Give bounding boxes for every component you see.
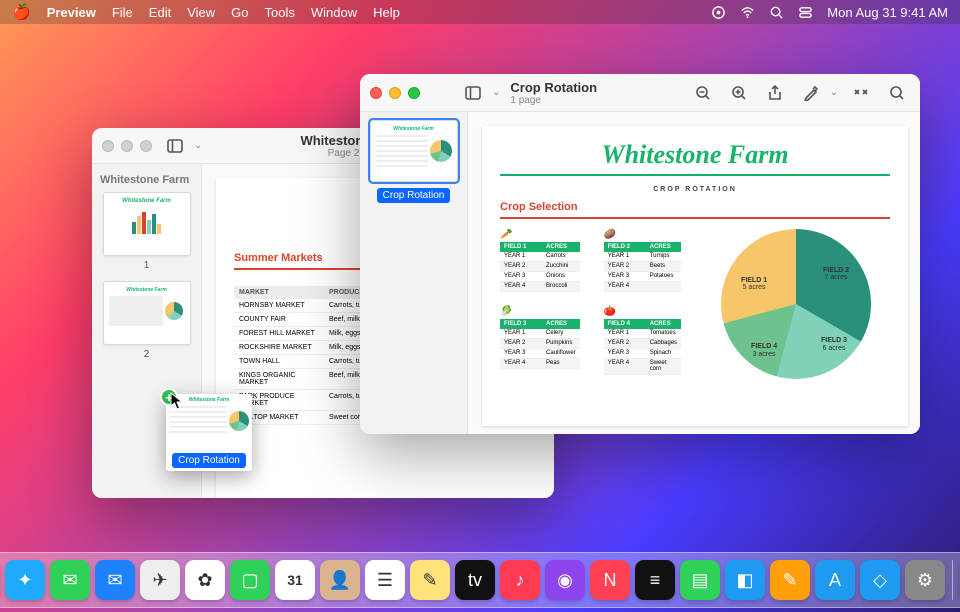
dock-separator [952, 560, 953, 600]
thumbnail-label-1: 1 [144, 260, 150, 271]
document-viewport[interactable]: Whitestone Farm CROP ROTATION Crop Selec… [468, 112, 920, 434]
dock-keynote[interactable]: ◧ [725, 560, 765, 600]
dock-photos[interactable]: ✿ [185, 560, 225, 600]
dock-safari[interactable]: ✦ [5, 560, 45, 600]
dock-contacts[interactable]: 👤 [320, 560, 360, 600]
more-button[interactable] [848, 80, 874, 106]
dock-mail[interactable]: ✉ [95, 560, 135, 600]
dock: ☺⊞✦✉✉✈✿▢31👤☰✎tv♪◉N≡▤◧✎A◇⚙ ⬇🗑 [0, 552, 960, 608]
menu-window[interactable]: Window [311, 5, 357, 20]
zoom-button[interactable] [408, 87, 420, 99]
thumbnail-page-1[interactable]: Whitestone Farm [370, 120, 458, 182]
thumbnail-label-2: 2 [144, 349, 150, 360]
menu-edit[interactable]: Edit [149, 5, 171, 20]
spotlight-icon[interactable] [769, 5, 784, 20]
menu-view[interactable]: View [187, 5, 215, 20]
dock-preview[interactable]: ◇ [860, 560, 900, 600]
thumbnails-sidebar: Whitestone Farm Crop Rotation [360, 112, 468, 434]
dock-notes[interactable]: ✎ [410, 560, 450, 600]
sidebar-toggle-button[interactable] [162, 133, 188, 159]
dock-tv[interactable]: tv [455, 560, 495, 600]
chevron-down-icon[interactable]: ⌄ [492, 87, 500, 98]
dock-numbers[interactable]: ▤ [680, 560, 720, 600]
control-center-icon[interactable] [798, 5, 813, 20]
wifi-icon[interactable] [740, 5, 755, 20]
search-button[interactable] [884, 80, 910, 106]
dock-stocks[interactable]: ≡ [635, 560, 675, 600]
minimize-button[interactable] [389, 87, 401, 99]
minimize-button[interactable] [121, 140, 133, 152]
drag-label: Crop Rotation [172, 453, 246, 468]
menu-tools[interactable]: Tools [265, 5, 295, 20]
thumbnail-page-1[interactable]: Whitestone Farm [103, 192, 191, 256]
window-crop-rotation: ⌄ Crop Rotation 1 page ⌄ Whitestone Farm… [360, 74, 920, 434]
share-button[interactable] [762, 80, 788, 106]
dock-news[interactable]: N [590, 560, 630, 600]
dock-calendar[interactable]: 31 [275, 560, 315, 600]
dock-music[interactable]: ♪ [500, 560, 540, 600]
zoom-in-button[interactable] [726, 80, 752, 106]
dock-messages[interactable]: ✉ [50, 560, 90, 600]
section-heading: Crop Selection [500, 201, 890, 213]
apple-menu[interactable]: 🍎 [12, 3, 31, 21]
fast-user-icon[interactable] [711, 5, 726, 20]
traffic-lights[interactable] [370, 87, 420, 99]
field-table: 🥕FIELD 1ACRESYEAR 1CarrotsYEAR 2Zucchini… [500, 229, 580, 296]
sidebar-toggle-button[interactable] [460, 80, 486, 106]
menubar-clock[interactable]: Mon Aug 31 9:41 AM [827, 5, 948, 20]
traffic-lights[interactable] [102, 140, 152, 152]
field-tables: 🥕FIELD 1ACRESYEAR 1CarrotsYEAR 2Zucchini… [500, 229, 681, 379]
menu-help[interactable]: Help [373, 5, 400, 20]
pie-chart: FIELD 15 acres FIELD 27 acres FIELD 36 a… [701, 229, 890, 379]
field-table: 🥔FIELD 2ACRESYEAR 1TurnipsYEAR 2BeetsYEA… [604, 229, 681, 296]
window-title: Crop Rotation [510, 80, 679, 95]
field-table: 🥬FIELD 3ACRESYEAR 1CeleryYEAR 2PumpkinsY… [500, 306, 580, 379]
dock-sysprefs[interactable]: ⚙ [905, 560, 945, 600]
cursor-icon [170, 392, 184, 410]
dock-maps[interactable]: ✈ [140, 560, 180, 600]
doc-subtitle: CROP ROTATION [500, 186, 890, 193]
close-button[interactable] [102, 140, 114, 152]
window-subtitle: 1 page [510, 95, 679, 106]
close-button[interactable] [370, 87, 382, 99]
dock-pages[interactable]: ✎ [770, 560, 810, 600]
app-name[interactable]: Preview [47, 5, 96, 20]
thumbnail-page-2[interactable]: Whitestone Farm [103, 281, 191, 345]
menu-file[interactable]: File [112, 5, 133, 20]
dock-podcasts[interactable]: ◉ [545, 560, 585, 600]
zoom-out-button[interactable] [690, 80, 716, 106]
doc-title: Whitestone Farm [500, 140, 890, 170]
markup-button[interactable] [798, 80, 824, 106]
field-table: 🍅FIELD 4ACRESYEAR 1TomatoesYEAR 2Cabbage… [604, 306, 681, 379]
chevron-down-icon[interactable]: ⌄ [830, 87, 838, 98]
zoom-button[interactable] [140, 140, 152, 152]
menubar: 🍎 Preview File Edit View Go Tools Window… [0, 0, 960, 24]
menu-go[interactable]: Go [231, 5, 248, 20]
dock-appstore[interactable]: A [815, 560, 855, 600]
thumbnail-label: Crop Rotation [377, 188, 451, 203]
dock-facetime[interactable]: ▢ [230, 560, 270, 600]
chevron-down-icon[interactable]: ⌄ [194, 140, 202, 151]
dock-reminders[interactable]: ☰ [365, 560, 405, 600]
sidebar-section-label: Whitestone Farm [100, 174, 189, 186]
